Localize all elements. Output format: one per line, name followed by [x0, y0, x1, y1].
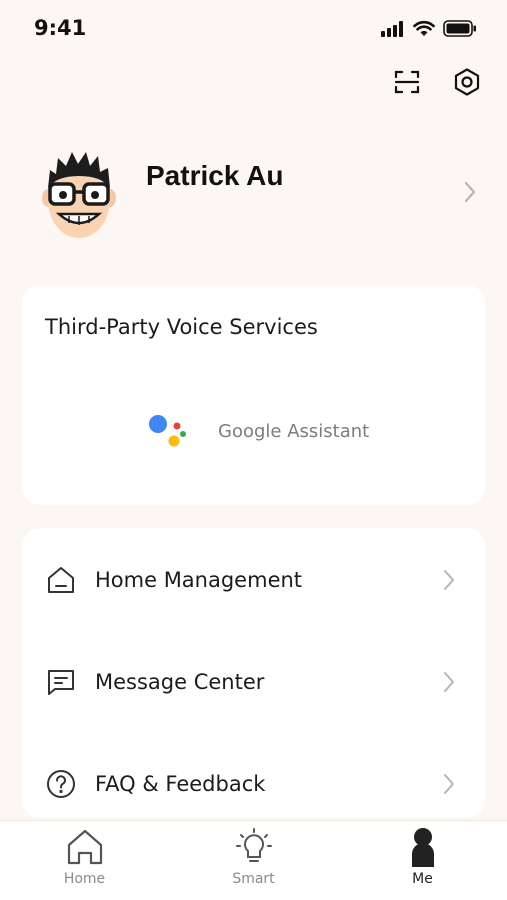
menu-item-message-center[interactable]: Message Center: [22, 652, 485, 712]
house-icon: [67, 829, 102, 865]
menu-item-faq-feedback[interactable]: FAQ & Feedback: [22, 754, 485, 814]
scan-icon: [394, 70, 420, 94]
scan-button[interactable]: [391, 66, 423, 98]
tab-smart[interactable]: Smart: [169, 821, 338, 900]
house-icon: [46, 565, 76, 595]
tab-label: Home: [63, 871, 106, 887]
status-icons: [381, 20, 477, 37]
tab-label: Me: [412, 871, 433, 887]
question-icon: [46, 769, 76, 799]
person-icon: [411, 828, 434, 867]
lightbulb-icon: [235, 828, 272, 862]
menu-item-label: Home Management: [95, 568, 303, 592]
tab-label: Smart: [232, 871, 275, 887]
chevron-right-icon: [444, 774, 454, 794]
chevron-right-icon: [444, 570, 454, 590]
google-assistant-label: Google Assistant: [218, 420, 370, 442]
wifi-icon: [413, 20, 435, 36]
google-assistant-icon: [149, 415, 186, 447]
gear-icon: [454, 68, 480, 96]
avatar: [42, 152, 116, 238]
signal-icon: [381, 20, 403, 37]
chevron-right-icon: [464, 181, 476, 203]
profile-name: Patrick Au: [146, 160, 284, 191]
profile-row[interactable]: Patrick Au: [0, 140, 507, 250]
menu-card: Home Management Message Center FAQ & Fee…: [22, 528, 485, 818]
status-time: 9:41: [34, 16, 87, 40]
battery-icon: [443, 20, 476, 37]
status-bar: 9:41: [0, 0, 507, 56]
google-assistant-button[interactable]: Google Assistant: [148, 413, 369, 449]
tab-home[interactable]: Home: [0, 821, 169, 900]
chevron-right-icon: [444, 672, 454, 692]
menu-item-home-management[interactable]: Home Management: [22, 550, 485, 610]
menu-item-label: Message Center: [95, 670, 265, 694]
tab-me[interactable]: Me: [338, 821, 507, 900]
message-icon: [46, 667, 76, 697]
top-actions: [391, 66, 483, 98]
menu-item-label: FAQ & Feedback: [95, 772, 266, 796]
settings-button[interactable]: [451, 66, 483, 98]
voice-services-title: Third-Party Voice Services: [45, 315, 318, 339]
voice-services-card: Third-Party Voice Services Google Assist…: [22, 285, 485, 505]
tab-bar: Home Smart Me: [0, 820, 507, 900]
